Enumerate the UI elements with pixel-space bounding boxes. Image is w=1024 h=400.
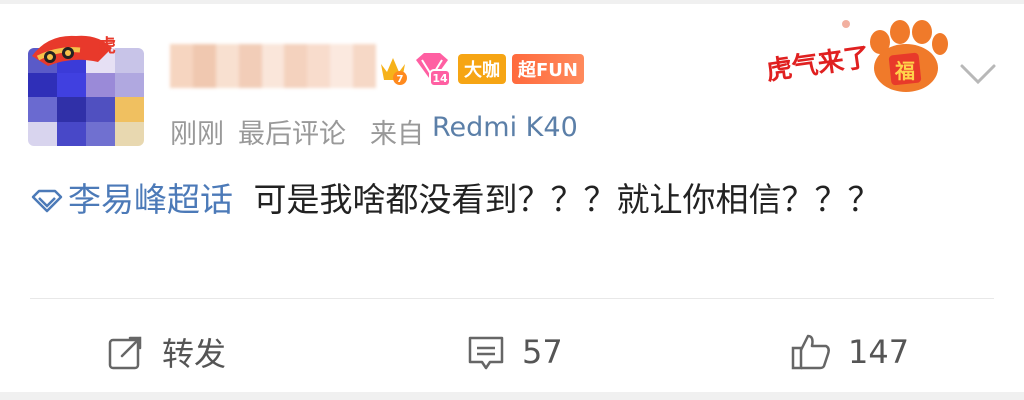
level-diamond-icon[interactable]: 14 — [412, 50, 452, 88]
comment-button[interactable]: 57 — [466, 320, 563, 384]
super-topic-icon — [31, 189, 63, 213]
last-comment-label: 最后评论 — [238, 119, 346, 150]
tiger-hat-icon: 虎 — [32, 35, 116, 66]
post-meta: 刚刚 最后评论 来自 Redmi K40 — [170, 112, 578, 151]
daka-badge[interactable]: 大咖 — [458, 54, 506, 84]
avatar[interactable]: 虎 — [28, 26, 156, 146]
repost-label: 转发 — [162, 335, 227, 373]
like-button[interactable]: 147 — [790, 320, 909, 384]
post-time: 刚刚 — [170, 119, 224, 150]
svg-text:14: 14 — [432, 72, 448, 85]
comment-icon — [468, 336, 504, 370]
comment-count: 57 — [522, 333, 563, 371]
svg-text:福: 福 — [894, 59, 915, 83]
divider — [30, 298, 994, 299]
super-fun-badge[interactable]: 超FUN — [512, 54, 584, 84]
repost-icon — [108, 336, 142, 370]
weibo-post-card: 虎 7 14 大咖 超FUN 刚刚 最后评论 来自 Redmi K40 虎气来了 — [0, 4, 1024, 392]
super-topic-link[interactable]: 李易峰超话 — [30, 180, 233, 219]
source-device[interactable]: Redmi K40 — [432, 112, 578, 151]
post-content: 李易峰超话 可是我啥都没看到？？？就让你相信？？？ — [30, 172, 900, 228]
username-blurred[interactable] — [170, 44, 377, 88]
svg-text:虎气来了: 虎气来了 — [764, 41, 871, 86]
thumbs-up-icon — [791, 334, 830, 370]
user-badges: 7 14 大咖 超FUN — [378, 50, 584, 88]
vip-crown-icon[interactable]: 7 — [378, 52, 408, 86]
chevron-down-icon[interactable] — [958, 60, 998, 88]
like-count: 147 — [848, 333, 910, 371]
source-prefix: 来自 — [370, 119, 424, 150]
svg-text:7: 7 — [397, 74, 404, 85]
post-text: 可是我啥都没看到？？？就让你相信？？？ — [253, 180, 881, 219]
tiger-festival-badge[interactable]: 虎气来了 福 — [762, 14, 948, 96]
repost-button[interactable]: 转发 — [106, 320, 226, 384]
super-topic-label: 李易峰超话 — [68, 180, 233, 219]
svg-text:虎: 虎 — [98, 35, 116, 57]
action-bar: 转发 57 147 — [0, 320, 1024, 384]
paw-icon: 福 — [870, 20, 948, 92]
